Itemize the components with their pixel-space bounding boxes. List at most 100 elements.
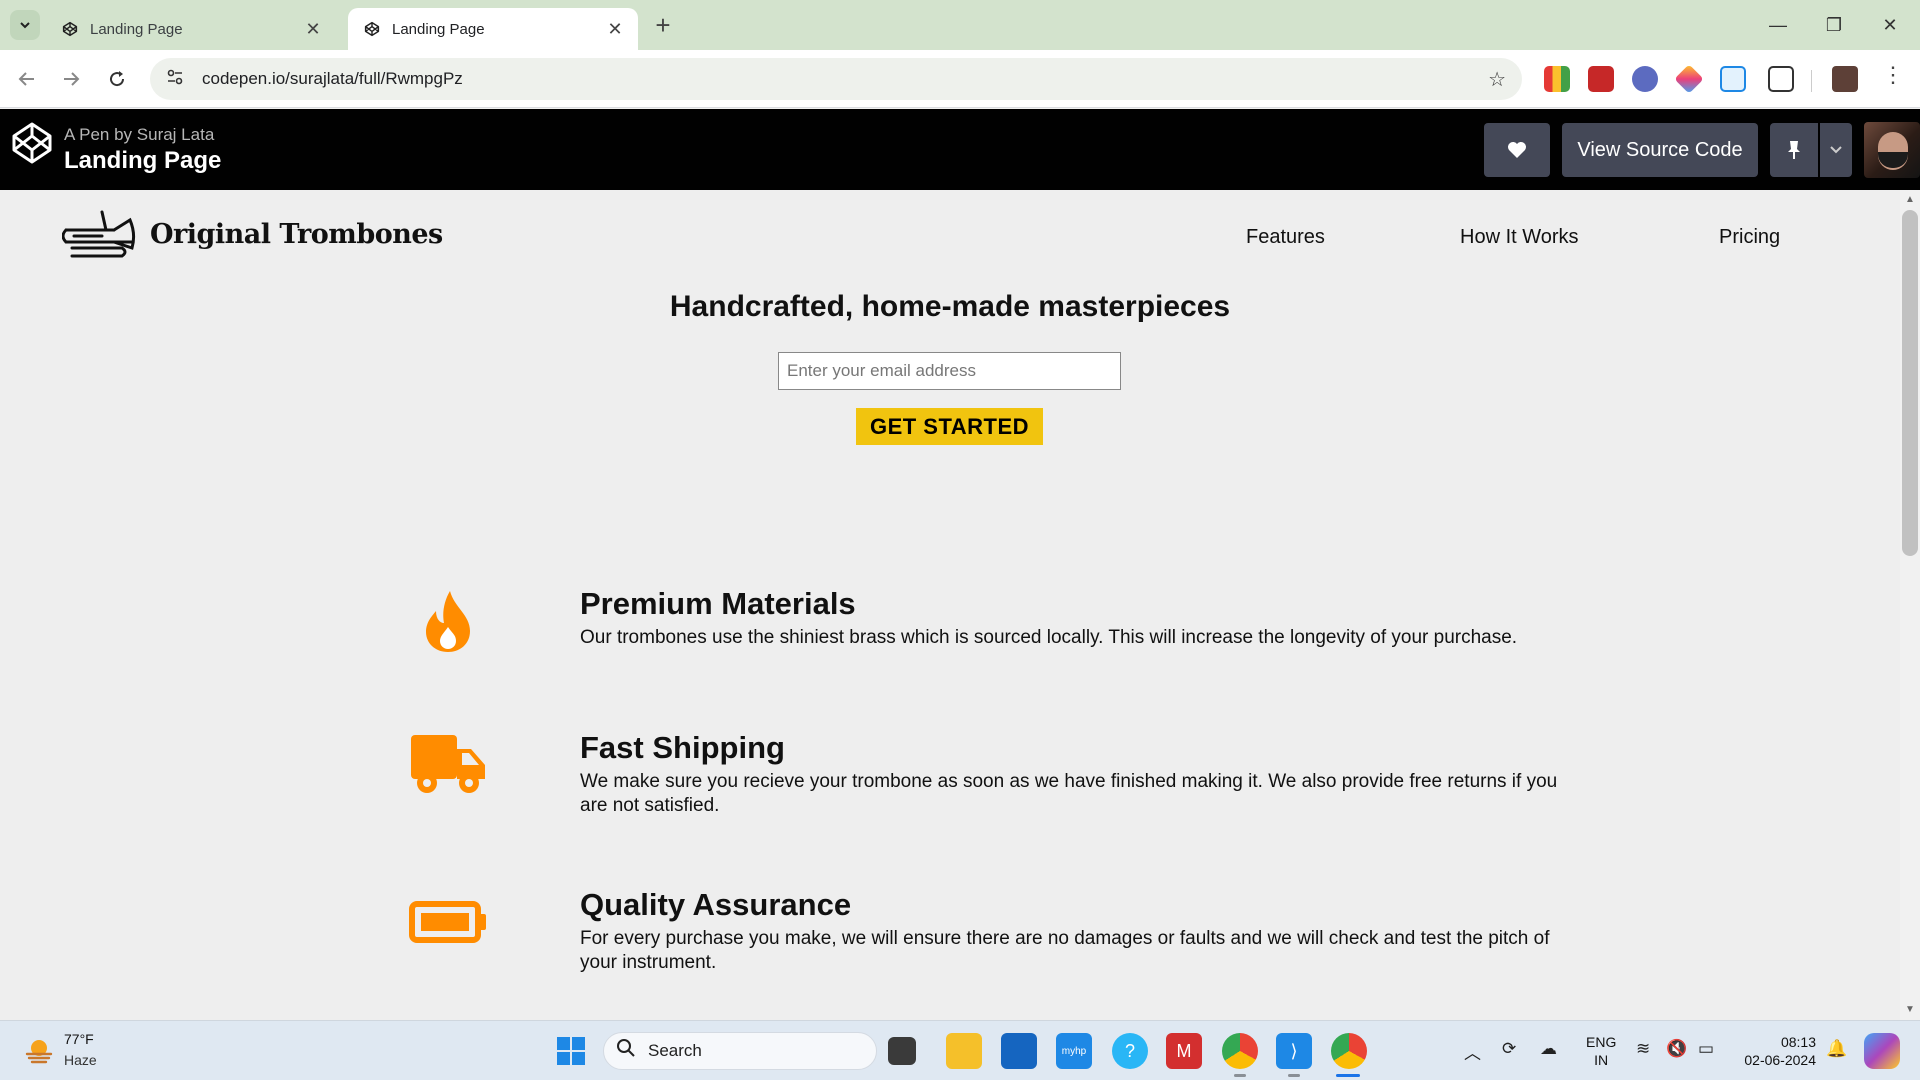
onedrive-icon[interactable]: ☁ — [1540, 1039, 1557, 1059]
forward-button[interactable] — [54, 62, 88, 96]
feature-title: Quality Assurance — [580, 887, 852, 922]
toolbar-separator — [1811, 70, 1812, 92]
profile-avatar-icon[interactable] — [1832, 66, 1858, 92]
clock[interactable]: 08:13 02-06-2024 — [1736, 1033, 1816, 1069]
copilot-icon[interactable] — [1864, 1033, 1900, 1069]
battery-status-icon[interactable]: ▭ — [1698, 1039, 1714, 1059]
show-hidden-icons[interactable]: ︿ — [1464, 1039, 1481, 1064]
reload-icon — [110, 71, 125, 87]
sync-icon[interactable]: ⟳ — [1502, 1039, 1516, 1059]
microsoft-store-icon[interactable] — [1001, 1033, 1037, 1069]
feature-title: Premium Materials — [580, 586, 856, 621]
truck-icon — [408, 730, 488, 800]
windows-start-icon[interactable] — [553, 1033, 589, 1069]
search-icon — [616, 1038, 636, 1064]
tab-title: Landing Page — [392, 20, 485, 38]
language-indicator[interactable]: ENG IN — [1586, 1033, 1616, 1069]
close-window-button[interactable]: ✕ — [1862, 0, 1918, 50]
fire-icon — [408, 586, 488, 656]
brand-name: Original Trombones — [150, 218, 443, 250]
extension-screen-capture-icon[interactable] — [1632, 66, 1658, 92]
site-info-icon[interactable] — [166, 68, 188, 91]
pin-button[interactable] — [1770, 123, 1818, 177]
search-label: Search — [648, 1041, 702, 1060]
active-indicator — [1336, 1074, 1360, 1077]
pin-dropdown-button[interactable] — [1820, 123, 1852, 177]
user-avatar[interactable] — [1864, 122, 1920, 178]
running-indicator — [1288, 1074, 1300, 1077]
extensions-puzzle-icon[interactable] — [1768, 66, 1794, 92]
scroll-up-arrow[interactable]: ▲ — [1903, 194, 1917, 205]
file-explorer-icon[interactable] — [946, 1033, 982, 1069]
minimize-button[interactable]: — — [1750, 0, 1806, 50]
close-tab-icon[interactable]: ✕ — [302, 19, 324, 40]
heart-icon — [1508, 142, 1526, 158]
browser-tab-2-active[interactable]: Landing Page ✕ — [348, 8, 638, 50]
clock-date: 02-06-2024 — [1744, 1052, 1816, 1068]
weather-condition: Haze — [64, 1052, 97, 1068]
pen-title: Landing Page — [64, 147, 222, 174]
arrow-right-icon — [64, 72, 80, 86]
clock-time: 08:13 — [1780, 1034, 1816, 1050]
codepen-favicon-icon — [364, 21, 380, 37]
address-bar[interactable]: codepen.io/surajlata/full/RwmpgPz ☆ — [150, 58, 1522, 100]
weather-temperature: 77°F — [64, 1031, 94, 1047]
extension-translate-icon[interactable] — [1720, 66, 1746, 92]
close-tab-icon[interactable]: ✕ — [604, 19, 626, 40]
vscode-icon[interactable]: ⟩ — [1276, 1033, 1312, 1069]
landing-page: Original Trombones Features How It Works… — [0, 190, 1900, 1020]
chevron-down-icon — [1830, 146, 1842, 154]
reload-button[interactable] — [100, 62, 134, 96]
scrollbar-thumb[interactable] — [1902, 210, 1918, 556]
restore-button[interactable]: ❐ — [1806, 0, 1862, 50]
nav-link-features[interactable]: Features — [1246, 226, 1325, 249]
taskbar-search[interactable]: Search — [603, 1032, 877, 1070]
email-input[interactable] — [778, 352, 1121, 390]
extension-diamond-icon[interactable] — [1674, 64, 1704, 94]
feature-title: Fast Shipping — [580, 730, 785, 765]
running-indicator — [1234, 1074, 1246, 1077]
pen-byline[interactable]: A Pen by Suraj Lata — [64, 125, 214, 145]
codepen-header: A Pen by Suraj Lata Landing Page View So… — [0, 109, 1920, 190]
new-tab-button[interactable]: + — [650, 12, 676, 38]
feature-text: Our trombones use the shiniest brass whi… — [580, 627, 1518, 648]
nav-link-pricing[interactable]: Pricing — [1719, 226, 1780, 249]
battery-icon — [408, 887, 488, 957]
browser-tab-1[interactable]: Landing Page ✕ — [46, 8, 336, 50]
brand[interactable]: Original Trombones — [62, 208, 443, 260]
trombone-logo-icon — [62, 210, 136, 258]
myhp-icon[interactable]: myhp — [1056, 1033, 1092, 1069]
speaker-muted-icon[interactable]: 🔇 — [1666, 1039, 1687, 1059]
pin-icon — [1788, 141, 1800, 159]
like-button[interactable] — [1484, 123, 1550, 177]
codepen-logo-icon[interactable] — [10, 121, 54, 165]
arrow-left-icon — [18, 72, 34, 86]
get-started-button[interactable]: GET STARTED — [856, 408, 1043, 445]
help-icon[interactable]: ? — [1112, 1033, 1148, 1069]
wifi-icon[interactable]: ≋ — [1636, 1039, 1650, 1059]
scroll-down-arrow[interactable]: ▼ — [1903, 1004, 1917, 1015]
mcafee-icon[interactable]: M — [1166, 1033, 1202, 1069]
url-text: codepen.io/surajlata/full/RwmpgPz — [202, 69, 463, 88]
view-source-code-button[interactable]: View Source Code — [1562, 123, 1758, 177]
lang-code: ENG — [1586, 1034, 1617, 1050]
chrome-profile-icon[interactable] — [1331, 1033, 1367, 1069]
chrome-icon[interactable] — [1222, 1033, 1258, 1069]
bookmark-star-icon[interactable]: ☆ — [1488, 67, 1506, 92]
browser-menu-icon[interactable]: ⋮ — [1880, 62, 1906, 88]
browser-tab-bar: Landing Page ✕ Landing Page ✕ + — ❐ ✕ — [0, 0, 1920, 50]
back-button[interactable] — [10, 62, 44, 96]
extension-color-icon[interactable] — [1544, 66, 1570, 92]
tab-search-button[interactable] — [10, 10, 40, 40]
codepen-favicon-icon — [62, 21, 78, 37]
windows-taskbar: 77°F Haze Search myhp ? M ⟩ ︿ ⟳ ☁ ENG IN… — [0, 1020, 1920, 1080]
hero-title: Handcrafted, home-made masterpieces — [669, 290, 1231, 323]
lang-region: IN — [1594, 1052, 1609, 1068]
notification-bell-icon[interactable]: 🔔 — [1826, 1039, 1847, 1059]
nav-link-how-it-works[interactable]: How It Works — [1460, 226, 1579, 249]
feature-text: We make sure you recieve your trombone a… — [580, 771, 1558, 816]
extension-book-icon[interactable] — [1588, 66, 1614, 92]
weather-haze-icon[interactable] — [24, 1035, 54, 1065]
task-view-icon[interactable] — [888, 1037, 916, 1065]
chevron-down-icon — [20, 22, 30, 29]
